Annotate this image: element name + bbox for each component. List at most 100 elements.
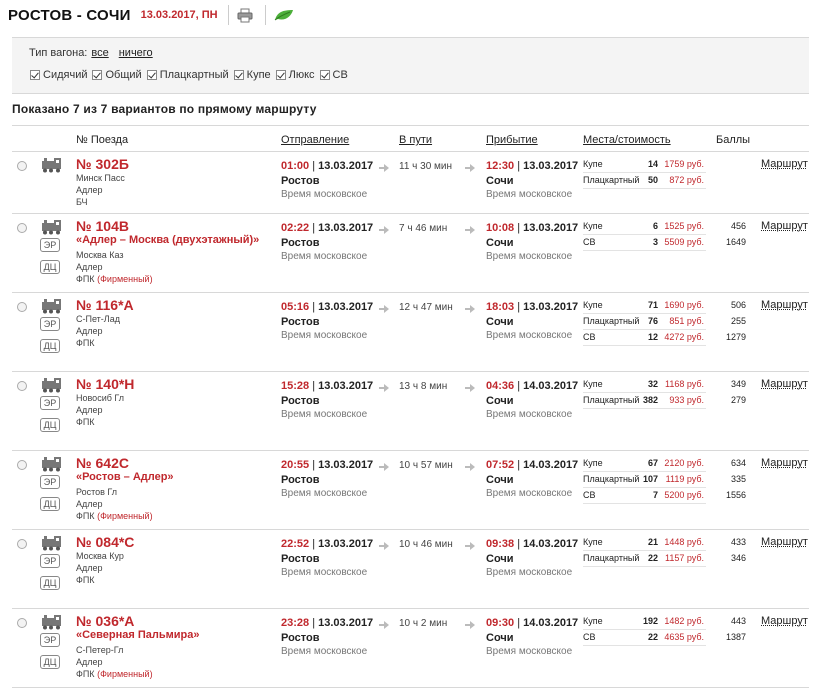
bonus-points: 443 [730, 616, 746, 626]
route-link[interactable]: Маршрут [761, 158, 808, 170]
checkbox-checked[interactable] [319, 70, 330, 80]
table-header: № Поезда Отправление В пути Прибытие Мес… [12, 125, 809, 152]
arrow-right-icon [379, 541, 389, 550]
train-number[interactable]: № 302Б [76, 156, 129, 172]
seat-option[interactable]: СВ 7 5200 руб. [583, 488, 706, 504]
train-row: ЭР ДЦ № 084*С Москва Кур Адлер ФПК 22:52 | 13.… [12, 530, 809, 609]
seat-option[interactable]: СВ 22 4635 руб. [583, 630, 706, 646]
seat-count: 12 [647, 332, 658, 342]
departure-datetime: 01:00 | 13.03.2017 [281, 160, 374, 172]
select-all-link[interactable]: все [91, 47, 108, 59]
locomotive-icon [41, 456, 63, 475]
select-none-link[interactable]: ничего [119, 47, 153, 59]
seat-option[interactable]: Купе 71 1690 руб. [583, 298, 706, 314]
wagon-type-option[interactable]: Сидячий [30, 69, 87, 81]
wagon-type-option[interactable]: СВ [319, 69, 348, 81]
select-train-radio[interactable] [17, 381, 27, 391]
seat-price: 1168 руб. [664, 379, 704, 389]
col-arrival[interactable]: Прибытие [486, 134, 538, 146]
checkbox-checked[interactable] [30, 70, 40, 80]
route-link[interactable]: Маршрут [761, 299, 808, 311]
route-link[interactable]: Маршрут [761, 615, 808, 627]
arrival-timezone: Время московское [486, 330, 573, 341]
checkbox-checked[interactable] [233, 70, 244, 80]
wagon-type-option[interactable]: Плацкартный [146, 69, 229, 81]
route-link[interactable]: Маршрут [761, 536, 808, 548]
seat-count: 32 [647, 379, 658, 389]
destination-station: Адлер [76, 563, 103, 573]
seat-option[interactable]: Плацкартный 76 851 руб. [583, 314, 706, 330]
electronic-registration-badge: ЭР [40, 396, 60, 410]
seat-option[interactable]: Плацкартный 22 1157 руб. [583, 551, 706, 567]
select-train-radio[interactable] [17, 539, 27, 549]
seat-option[interactable]: Купе 6 1525 руб. [583, 219, 706, 235]
select-train-radio[interactable] [17, 618, 27, 628]
origin-station: Москва Каз [76, 250, 124, 260]
arrow-right-icon [465, 383, 475, 392]
branded-train-label: (Фирменный) [97, 669, 153, 679]
train-row: ЭР ДЦ № 104В «Адлер – Москва (двухэтажный)»… [12, 214, 809, 293]
train-number[interactable]: № 642С [76, 455, 129, 471]
seat-option[interactable]: Плацкартный 382 933 руб. [583, 393, 706, 409]
seat-option[interactable]: Плацкартный 50 872 руб. [583, 173, 706, 189]
arrival-time: 09:38 [486, 538, 515, 550]
travel-duration: 12 ч 47 мин [399, 302, 453, 313]
select-train-radio[interactable] [17, 302, 27, 312]
wagon-type-option[interactable]: Купе [233, 69, 271, 81]
train-info-text: ФПК [76, 338, 95, 348]
checkbox-checked[interactable] [92, 70, 103, 80]
wagon-type-option[interactable]: Общий [92, 69, 142, 81]
col-seats-price[interactable]: Места/стоимость [583, 134, 671, 146]
select-train-radio[interactable] [17, 223, 27, 233]
seat-option[interactable]: СВ 3 5509 руб. [583, 235, 706, 251]
route-link[interactable]: Маршрут [761, 220, 808, 232]
route-link[interactable]: Маршрут [761, 457, 808, 469]
seat-count: 71 [647, 300, 658, 310]
departure-time: 22:52 [281, 538, 310, 550]
seat-type: СВ [583, 632, 596, 642]
arrow-right-icon [379, 462, 389, 471]
seat-option[interactable]: Плацкартный 107 1119 руб. [583, 472, 706, 488]
train-number[interactable]: № 140*Н [76, 376, 134, 392]
select-train-radio[interactable] [17, 161, 27, 171]
wagon-type-label: Купе [246, 69, 271, 81]
seat-count: 67 [647, 458, 658, 468]
checkbox-checked[interactable] [146, 70, 157, 80]
col-departure[interactable]: Отправление [281, 134, 349, 146]
arrival-datetime: 09:30 | 14.03.2017 [486, 617, 579, 629]
train-number[interactable]: № 104В [76, 218, 129, 234]
arrival-city: Сочи [486, 237, 514, 249]
train-number[interactable]: № 116*А [76, 297, 134, 313]
seat-price: 1759 руб. [664, 159, 704, 169]
seat-option[interactable]: Купе 192 1482 руб. [583, 614, 706, 630]
checkbox-checked[interactable] [275, 70, 286, 80]
seat-count: 50 [647, 175, 658, 185]
seat-option[interactable]: Купе 67 2120 руб. [583, 456, 706, 472]
seat-option[interactable]: Купе 14 1759 руб. [583, 157, 706, 173]
seat-option[interactable]: СВ 12 4272 руб. [583, 330, 706, 346]
seat-count: 6 [652, 221, 658, 231]
train-row: ЭР ДЦ № 116*А С-Пет-Лад Адлер ФПК 05:16 | 13.0… [12, 293, 809, 372]
seat-option[interactable]: Купе 21 1448 руб. [583, 535, 706, 551]
wagon-type-option[interactable]: Люкс [275, 69, 315, 81]
locomotive-icon [41, 614, 63, 633]
departure-time: 05:16 [281, 301, 310, 313]
seat-type: Купе [583, 616, 603, 626]
printer-icon[interactable] [235, 6, 255, 24]
select-train-radio[interactable] [17, 460, 27, 470]
arrow-right-icon [379, 620, 389, 629]
bonus-points: 346 [730, 553, 746, 563]
route-link[interactable]: Маршрут [761, 378, 808, 390]
origin-station: С-Петер-Гл [76, 645, 123, 655]
arrow-right-icon [379, 225, 389, 234]
train-info-text: ФПК [76, 274, 95, 284]
seat-option[interactable]: Купе 32 1168 руб. [583, 377, 706, 393]
leaf-icon[interactable] [272, 6, 296, 24]
long-distance-badge: ДЦ [40, 655, 60, 669]
seat-type: Купе [583, 159, 603, 169]
train-number[interactable]: № 084*С [76, 534, 134, 550]
wagon-type-options: Сидячий Общий Плацкартный Купе Люкс СВ [30, 69, 353, 81]
departure-datetime: 23:28 | 13.03.2017 [281, 617, 374, 629]
train-number[interactable]: № 036*А [76, 613, 134, 629]
col-on-way[interactable]: В пути [399, 134, 432, 146]
